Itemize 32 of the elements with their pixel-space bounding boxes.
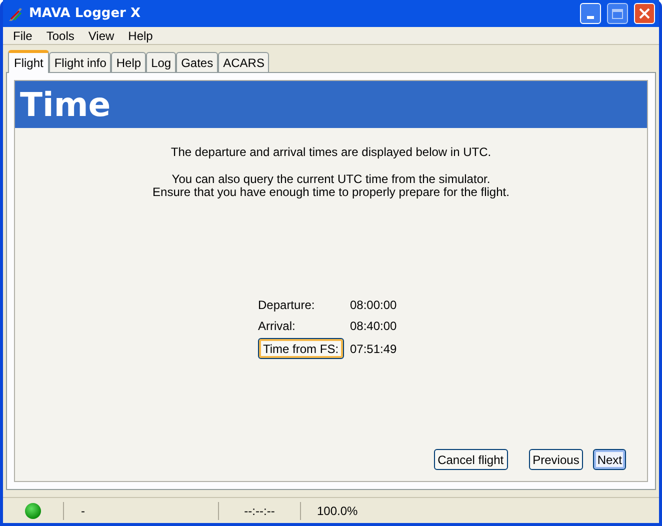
maximize-button[interactable] xyxy=(607,3,628,24)
nav-button[interactable]: Next xyxy=(593,449,626,470)
page-heading: Time xyxy=(20,84,111,126)
time-label: Arrival: xyxy=(258,318,296,335)
nav-button[interactable]: Cancel flight xyxy=(434,449,508,470)
note-text: Ensure that you have enough time to properly prepare for the flight. xyxy=(152,186,510,199)
tab[interactable]: Gates xyxy=(176,52,218,72)
app-icon xyxy=(7,6,23,22)
status-rate: 100.0% xyxy=(317,504,358,518)
tab[interactable]: Help xyxy=(111,52,146,72)
time-button[interactable]: Time from FS: xyxy=(258,338,344,359)
tab[interactable]: Flight xyxy=(8,50,50,73)
window-title: MAVA Logger X xyxy=(29,4,142,23)
status-text: - xyxy=(81,504,85,518)
tab[interactable]: ACARS xyxy=(218,52,270,72)
close-button[interactable] xyxy=(634,3,655,24)
time-label: Departure: xyxy=(258,297,315,314)
menu-item[interactable]: Help xyxy=(121,26,160,44)
note-text: You can also query the current UTC time from the simulator. xyxy=(172,173,490,186)
tab[interactable]: Log xyxy=(146,52,176,72)
time-value: 07:51:49 xyxy=(350,340,398,358)
menu-item[interactable]: File xyxy=(6,26,40,44)
status-time: --:--:-- xyxy=(244,502,275,520)
minimize-button[interactable] xyxy=(580,3,601,24)
nav-button[interactable]: Previous xyxy=(528,449,584,470)
time-value: 08:40:00 xyxy=(350,318,398,335)
menu-item[interactable]: View xyxy=(81,26,122,44)
intro-text: The departure and arrival times are displayed below in UTC. xyxy=(170,144,492,161)
tab[interactable]: Flight info xyxy=(49,52,112,72)
menu-item[interactable]: Tools xyxy=(39,26,82,44)
time-value: 08:00:00 xyxy=(350,297,398,314)
close-icon xyxy=(639,8,650,19)
